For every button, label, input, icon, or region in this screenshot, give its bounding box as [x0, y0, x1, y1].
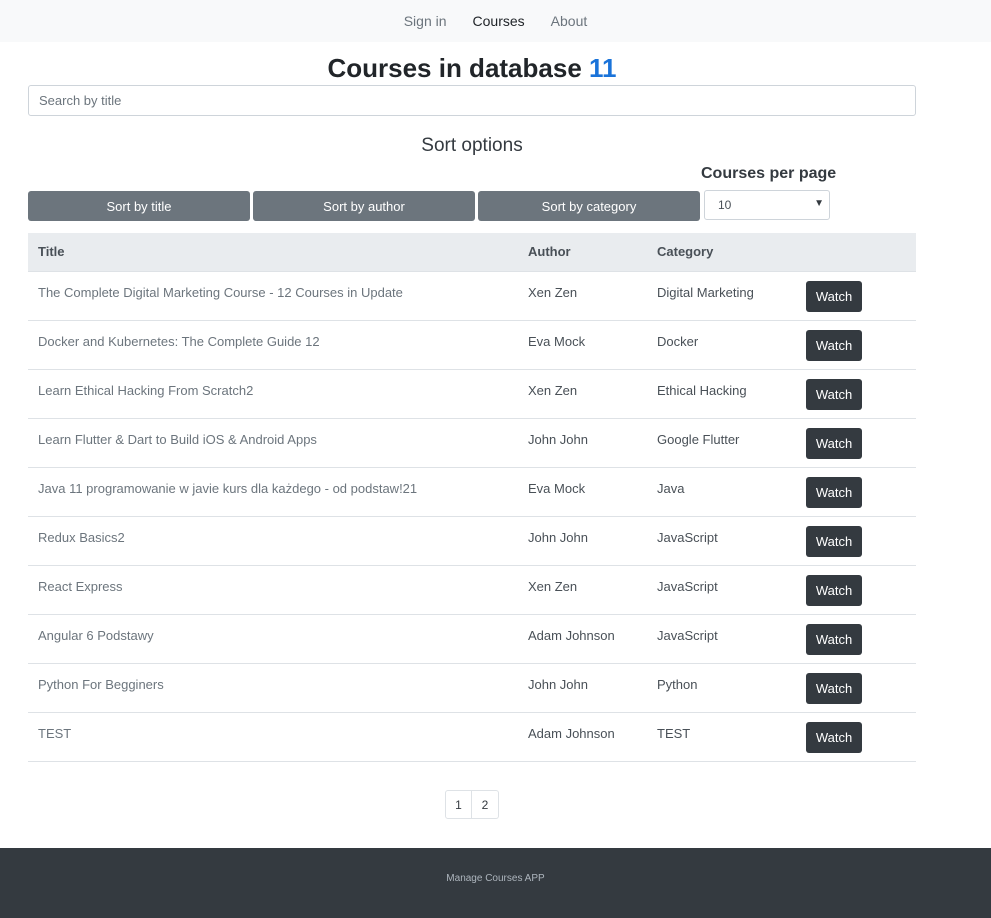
watch-button[interactable]: Watch [806, 721, 862, 753]
course-author-cell: Adam Johnson [518, 712, 647, 762]
course-category-cell: JavaScript [647, 614, 796, 664]
sort-by-author-button[interactable]: Sort by author [253, 191, 475, 221]
column-header-category: Category [647, 233, 796, 272]
watch-button[interactable]: Watch [806, 623, 862, 655]
page-link-1[interactable]: 1 [445, 790, 472, 819]
page-title-text: Courses in database [327, 53, 582, 83]
table-row: TEST Adam Johnson TEST Watch [28, 712, 916, 762]
course-action-cell: Watch [796, 271, 916, 321]
dropdown-arrow-icon: ▼ [814, 198, 824, 209]
table-row: React Express Xen Zen JavaScript Watch [28, 565, 916, 615]
course-author-cell: Xen Zen [518, 271, 647, 321]
course-category-cell: Python [647, 663, 796, 713]
course-action-cell: Watch [796, 418, 916, 468]
watch-button[interactable]: Watch [806, 574, 862, 606]
course-title-cell: Redux Basics2 [28, 516, 518, 566]
column-header-author: Author [518, 233, 647, 272]
watch-button[interactable]: Watch [806, 672, 862, 704]
table-row: Java 11 programowanie w javie kurs dla k… [28, 467, 916, 517]
course-title-cell: Python For Begginers [28, 663, 518, 713]
course-title-cell: Java 11 programowanie w javie kurs dla k… [28, 467, 518, 517]
page-title: Courses in database 11 [28, 52, 916, 84]
course-author-cell: Xen Zen [518, 565, 647, 615]
courses-per-page-select[interactable]: 10 ▼ [704, 190, 830, 220]
courses-table: Title Author Category The Complete Digit… [28, 233, 916, 762]
watch-button[interactable]: Watch [806, 427, 862, 459]
pagination: 1 2 [445, 790, 499, 819]
course-category-cell: Java [647, 467, 796, 517]
course-author-cell: Xen Zen [518, 369, 647, 419]
course-title-cell: Learn Flutter & Dart to Build iOS & Andr… [28, 418, 518, 468]
course-action-cell: Watch [796, 663, 916, 713]
main-container: Courses in database 11 Sort options Cour… [28, 42, 916, 762]
course-title-cell: TEST [28, 712, 518, 762]
course-action-cell: Watch [796, 320, 916, 370]
page-link-2[interactable]: 2 [472, 790, 499, 819]
course-title-cell: Learn Ethical Hacking From Scratch2 [28, 369, 518, 419]
course-action-cell: Watch [796, 614, 916, 664]
course-title-cell: Docker and Kubernetes: The Complete Guid… [28, 320, 518, 370]
course-title-cell: React Express [28, 565, 518, 615]
course-category-cell: JavaScript [647, 565, 796, 615]
course-action-cell: Watch [796, 369, 916, 419]
table-row: Redux Basics2 John John JavaScript Watch [28, 516, 916, 566]
course-category-cell: Google Flutter [647, 418, 796, 468]
course-category-cell: Ethical Hacking [647, 369, 796, 419]
sort-by-title-button[interactable]: Sort by title [28, 191, 250, 221]
course-author-cell: Adam Johnson [518, 614, 647, 664]
course-category-cell: JavaScript [647, 516, 796, 566]
watch-button[interactable]: Watch [806, 525, 862, 557]
table-header-row: Title Author Category [28, 233, 916, 272]
course-action-cell: Watch [796, 467, 916, 517]
table-row: Learn Flutter & Dart to Build iOS & Andr… [28, 418, 916, 468]
courses-per-page-value: 10 [718, 198, 732, 212]
watch-button[interactable]: Watch [806, 329, 862, 361]
course-title-cell: Angular 6 Podstawy [28, 614, 518, 664]
course-author-cell: John John [518, 418, 647, 468]
search-input[interactable] [28, 85, 916, 116]
course-action-cell: Watch [796, 516, 916, 566]
table-row: Python For Begginers John John Python Watch [28, 663, 916, 713]
course-category-cell: TEST [647, 712, 796, 762]
course-author-cell: Eva Mock [518, 320, 647, 370]
course-author-cell: John John [518, 663, 647, 713]
sort-by-category-button[interactable]: Sort by category [478, 191, 700, 221]
course-count: 11 [589, 53, 617, 83]
table-row: Learn Ethical Hacking From Scratch2 Xen Z… [28, 369, 916, 419]
table-row: Docker and Kubernetes: The Complete Guid… [28, 320, 916, 370]
column-header-title: Title [28, 233, 518, 272]
watch-button[interactable]: Watch [806, 378, 862, 410]
watch-button[interactable]: Watch [806, 280, 862, 312]
nav-about[interactable]: About [551, 13, 588, 29]
course-author-cell: John John [518, 516, 647, 566]
course-category-cell: Docker [647, 320, 796, 370]
footer-text: Manage Courses APP [446, 873, 545, 884]
course-title-cell: The Complete Digital Marketing Course - … [28, 271, 518, 321]
footer: Manage Courses APP [0, 848, 991, 918]
nav-courses[interactable]: Courses [473, 13, 525, 29]
sort-heading: Sort options [421, 135, 523, 156]
course-action-cell: Watch [796, 565, 916, 615]
courses-per-page-label: Courses per page [701, 165, 837, 182]
table-row: Angular 6 Podstawy Adam Johnson JavaScript… [28, 614, 916, 664]
nav-sign-in[interactable]: Sign in [404, 13, 447, 29]
course-author-cell: Eva Mock [518, 467, 647, 517]
table-body: The Complete Digital Marketing Course - … [28, 271, 916, 762]
watch-button[interactable]: Watch [806, 476, 862, 508]
top-navbar: Sign in Courses About [0, 0, 991, 42]
table-row: The Complete Digital Marketing Course - … [28, 271, 916, 321]
column-header-action [796, 233, 916, 272]
course-action-cell: Watch [796, 712, 916, 762]
course-category-cell: Digital Marketing [647, 271, 796, 321]
